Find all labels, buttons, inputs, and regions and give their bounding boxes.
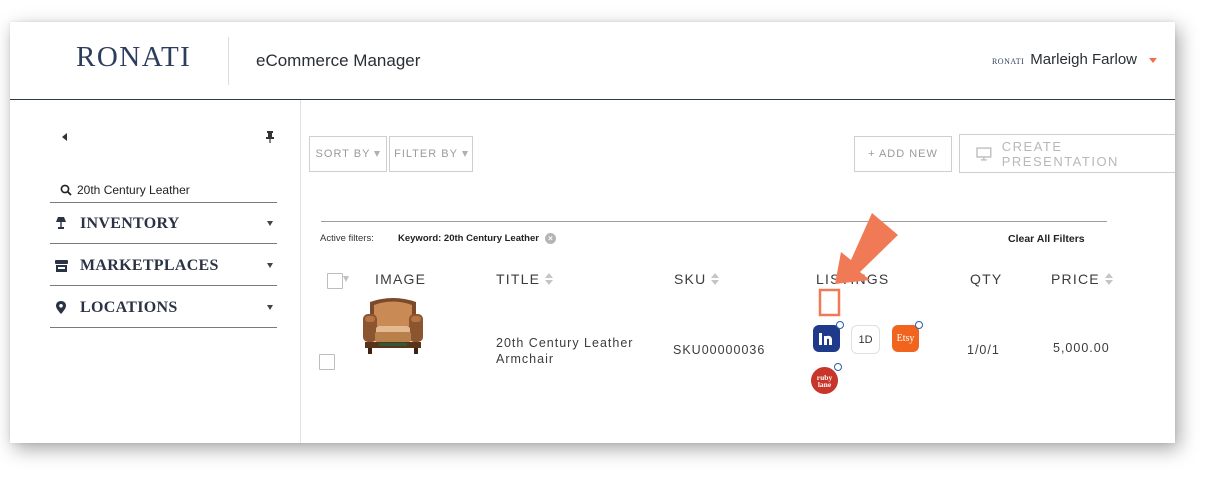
collapse-sidebar-icon[interactable] (62, 133, 67, 141)
product-sku: SKU00000036 (673, 343, 766, 357)
app-window: RONATI eCommerce Manager RONATI Marleigh… (10, 22, 1175, 443)
sort-icon[interactable] (545, 273, 554, 285)
filter-chip-label: Keyword: 20th Century Leather (398, 233, 539, 244)
search-value[interactable]: 20th Century Leather (77, 183, 190, 197)
user-name[interactable]: Marleigh Farlow (1030, 51, 1137, 68)
column-header-listings: LISTINGS (816, 271, 889, 287)
sort-by-label: SORT BY (315, 148, 371, 160)
top-header: RONATI eCommerce Manager RONATI Marleigh… (10, 22, 1175, 100)
presentation-icon (976, 146, 992, 161)
ruby-lane-logo-icon[interactable]: ruby lane (811, 363, 842, 394)
chevron-down-icon (461, 151, 468, 157)
sidebar: 20th Century Leather INVENTORY MARKETPLA… (10, 100, 301, 443)
column-header-qty: QTY (970, 271, 1002, 287)
pin-icon[interactable] (265, 131, 275, 143)
header-divider (228, 37, 229, 85)
column-label: QTY (970, 271, 1003, 287)
column-header-price[interactable]: PRICE (1051, 271, 1113, 287)
armchair-thumbnail[interactable] (360, 296, 426, 356)
sort-by-button[interactable]: SORT BY (309, 136, 387, 172)
column-label: IMAGE (375, 271, 427, 287)
create-presentation-button[interactable]: CREATE PRESENTATION (959, 134, 1175, 173)
main-content: SORT BY FILTER BY + ADD NEW CREATE PRESE… (301, 100, 1175, 443)
column-label: LISTINGS (816, 271, 890, 287)
search-icon (60, 184, 72, 196)
add-new-button[interactable]: + ADD NEW (854, 136, 952, 172)
sort-icon[interactable] (1104, 273, 1113, 285)
ronati-logo[interactable]: RONATI (76, 41, 191, 74)
chevron-down-icon[interactable] (343, 276, 349, 282)
listing-status-dot (834, 363, 842, 371)
column-label: PRICE (1051, 271, 1100, 287)
column-label: TITLE (496, 271, 541, 287)
etsy-badge-label: Etsy (896, 333, 915, 344)
product-qty: 1/0/1 (967, 343, 1000, 357)
app-title: eCommerce Manager (256, 51, 421, 70)
map-pin-icon (54, 301, 68, 315)
chevron-down-icon[interactable] (267, 305, 273, 310)
chevron-down-icon[interactable] (267, 221, 273, 226)
listing-status-dot (915, 321, 923, 329)
lamp-icon (54, 217, 68, 231)
1d-badge-label: 1D (858, 333, 873, 346)
1stdibs-logo-icon[interactable] (813, 321, 844, 352)
sidebar-item-locations[interactable]: LOCATIONS (50, 288, 277, 328)
sidebar-item-inventory[interactable]: INVENTORY (50, 204, 277, 244)
column-header-image: IMAGE (375, 271, 426, 287)
chevron-down-icon (374, 151, 381, 157)
sidebar-item-marketplaces[interactable]: MARKETPLACES (50, 246, 277, 286)
row-checkbox[interactable] (319, 354, 335, 370)
product-title-line: Armchair (496, 352, 555, 366)
filters-divider (321, 221, 1107, 222)
column-header-sku[interactable]: SKU (674, 271, 720, 287)
clear-all-filters-link[interactable]: Clear All Filters (1008, 233, 1085, 245)
product-title-line: 20th Century Leather (496, 336, 634, 350)
column-label: SKU (674, 271, 707, 287)
select-all-checkbox[interactable] (327, 273, 343, 289)
sidebar-item-label: LOCATIONS (80, 298, 178, 316)
sidebar-search[interactable]: 20th Century Leather (50, 178, 277, 203)
close-icon[interactable]: × (544, 233, 556, 244)
filter-chip[interactable]: Keyword: 20th Century Leather × (398, 233, 556, 244)
add-new-label: + ADD NEW (868, 148, 938, 160)
1d-badge-icon[interactable]: 1D (851, 325, 880, 354)
etsy-logo-icon[interactable]: Etsy (892, 321, 923, 352)
user-menu[interactable]: RONATI Marleigh Farlow (992, 51, 1157, 68)
create-presentation-label: CREATE PRESENTATION (1001, 138, 1119, 169)
product-price: 5,000.00 (1053, 341, 1110, 355)
sidebar-item-label: MARKETPLACES (80, 256, 219, 274)
sidebar-item-label: INVENTORY (80, 214, 180, 232)
user-brand-logo: RONATI (991, 56, 1025, 66)
ruby-lane-label: ruby lane (816, 372, 833, 389)
chevron-down-icon[interactable] (267, 263, 273, 268)
column-header-title[interactable]: TITLE (496, 271, 554, 287)
product-title[interactable]: 20th Century Leather Armchair (496, 335, 633, 367)
filter-by-label: FILTER BY (394, 148, 458, 160)
filter-by-button[interactable]: FILTER BY (389, 136, 473, 172)
active-filters-label: Active filters: (320, 233, 374, 244)
storefront-icon (54, 259, 68, 273)
listing-status-dot (836, 321, 844, 329)
chevron-down-icon[interactable] (1149, 58, 1157, 63)
sort-icon[interactable] (711, 273, 720, 285)
